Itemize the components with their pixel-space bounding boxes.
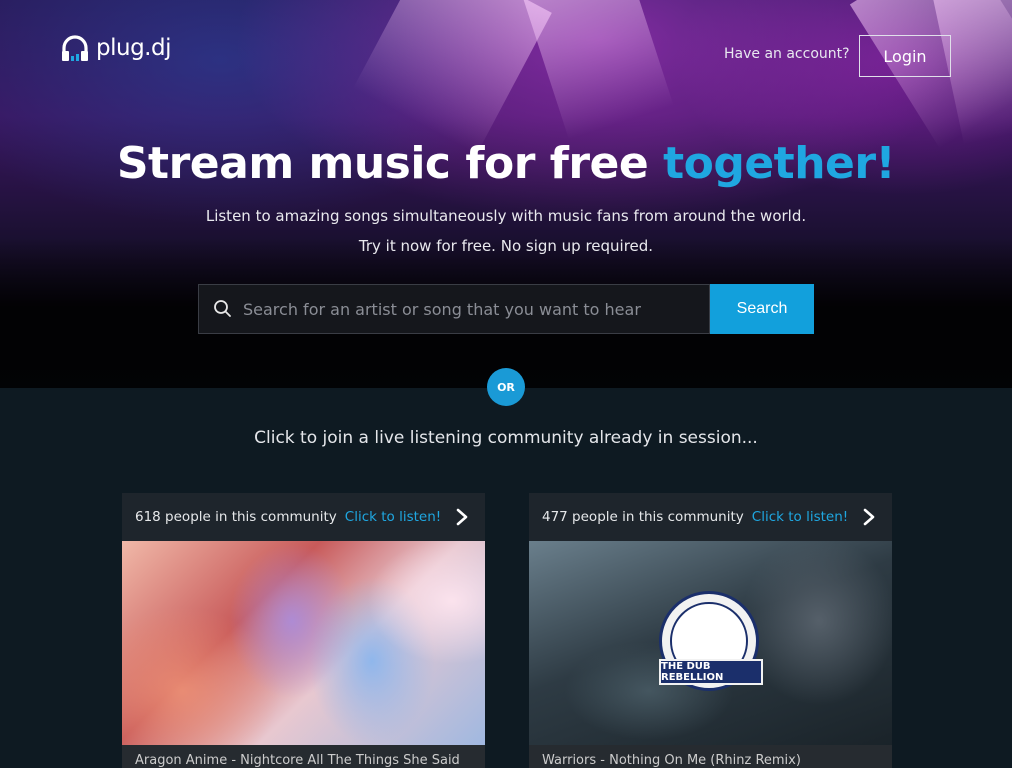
logo-text: plug.dj [96,35,171,61]
listen-link[interactable]: Click to listen! [345,509,441,525]
join-community-text: Click to join a live listening community… [254,428,758,448]
headphones-icon [62,35,88,61]
community-count: 618 people in this community [135,509,337,525]
community-card[interactable]: 618 people in this community Click to li… [122,493,485,768]
listen-link[interactable]: Click to listen! [752,509,848,525]
headline-accent: together! [663,138,896,189]
account-prompt: Have an account? [724,46,850,62]
now-playing-title: Warriors - Nothing On Me (Rhinz Remix) [529,745,892,768]
search-icon [214,300,231,317]
card-header[interactable]: 477 people in this community Click to li… [529,493,892,541]
or-divider-badge: OR [487,368,525,406]
community-count: 477 people in this community [542,509,744,525]
emblem-banner: THE DUB REBELLION [659,659,763,685]
scrollbar[interactable] [1012,0,1024,768]
card-header[interactable]: 618 people in this community Click to li… [122,493,485,541]
chevron-right-icon[interactable] [455,507,469,527]
page-headline: Stream music for free together! [0,138,1012,189]
site-logo[interactable]: plug.dj [60,34,171,62]
search-input[interactable] [243,299,709,319]
community-card[interactable]: 477 people in this community Click to li… [529,493,892,768]
light-beam [522,0,674,140]
community-artwork[interactable]: THE DUB REBELLION [529,541,892,745]
headline-main: Stream music for free [116,138,664,189]
search-button[interactable]: Search [710,284,814,334]
search-box [198,284,710,334]
chevron-right-icon[interactable] [862,507,876,527]
light-beam [353,0,552,155]
now-playing-title: Aragon Anime - Nightcore All The Things … [122,745,485,768]
community-artwork[interactable] [122,541,485,745]
hero-subtitle: Listen to amazing songs simultaneously w… [205,207,807,225]
login-button[interactable]: Login [859,35,951,77]
hero-cta-text: Try it now for free. No sign up required… [358,237,654,255]
